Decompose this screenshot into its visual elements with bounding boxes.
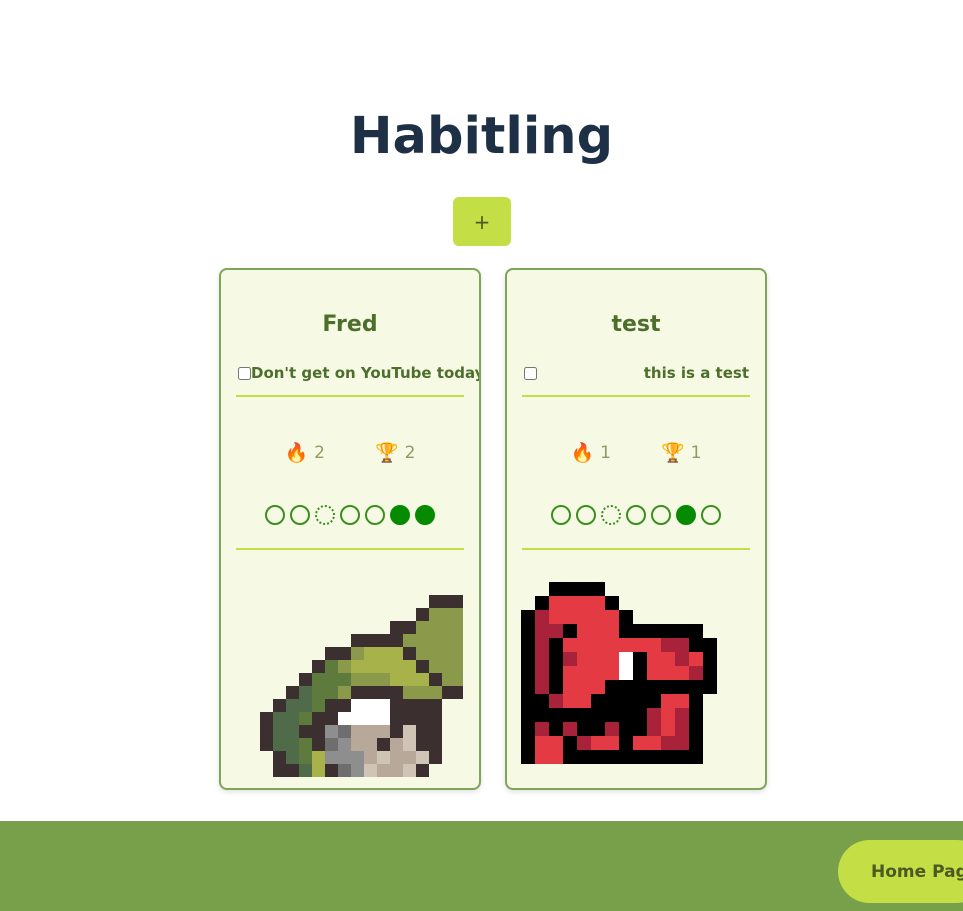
habit-row: Don't get on YouTube today (238, 362, 479, 384)
habit-text: this is a test (643, 364, 749, 382)
day-indicator (290, 505, 310, 525)
page: Habitling + Fred Don't get on YouTube to… (0, 0, 963, 911)
day-indicator (701, 505, 721, 525)
habit-card-name: Fred (322, 312, 378, 337)
streak-stat: 🔥 2 (285, 441, 326, 464)
day-indicator (415, 505, 435, 525)
best-count: 2 (404, 442, 416, 463)
best-stat: 🏆 2 (375, 441, 416, 464)
day-indicator (265, 505, 285, 525)
habit-card: test this is a test 🔥 1 🏆 1 (505, 268, 767, 790)
streak-count: 2 (314, 442, 325, 463)
trophy-icon: 🏆 (661, 442, 685, 464)
home-page-button[interactable]: Home Page (838, 840, 963, 903)
day-indicator (365, 505, 385, 525)
habit-checkbox[interactable] (238, 366, 251, 380)
fire-icon: 🔥 (570, 442, 595, 464)
best-stat: 🏆 1 (661, 441, 702, 464)
trophy-icon: 🏆 (375, 442, 399, 464)
week-progress (507, 505, 765, 525)
add-habit-button[interactable]: + (453, 197, 511, 246)
habit-stats: 🔥 1 🏆 1 (507, 441, 765, 464)
habit-stats: 🔥 2 🏆 2 (221, 441, 479, 464)
habit-checkbox[interactable] (524, 366, 537, 380)
page-title: Habitling (349, 107, 614, 166)
habit-text: Don't get on YouTube today (251, 364, 481, 382)
divider (236, 548, 464, 550)
day-indicator (601, 505, 621, 525)
divider (522, 395, 750, 397)
day-indicator (576, 505, 596, 525)
habit-row: this is a test (524, 362, 749, 384)
streak-stat: 🔥 1 (571, 441, 612, 464)
dragon-pet-sprite (521, 582, 717, 764)
habit-card: Fred Don't get on YouTube today 🔥 2 🏆 2 (219, 268, 481, 790)
footer (0, 821, 963, 911)
habit-card-name: test (611, 312, 661, 337)
day-indicator (676, 505, 696, 525)
day-indicator (340, 505, 360, 525)
fire-icon: 🔥 (284, 442, 309, 464)
divider (522, 548, 750, 550)
day-indicator (315, 505, 335, 525)
streak-count: 1 (600, 442, 611, 463)
day-indicator (551, 505, 571, 525)
day-indicator (626, 505, 646, 525)
day-indicator (390, 505, 410, 525)
frog-pet-sprite (260, 595, 463, 777)
divider (236, 395, 464, 397)
week-progress (221, 505, 479, 525)
day-indicator (651, 505, 671, 525)
best-count: 1 (690, 442, 702, 463)
